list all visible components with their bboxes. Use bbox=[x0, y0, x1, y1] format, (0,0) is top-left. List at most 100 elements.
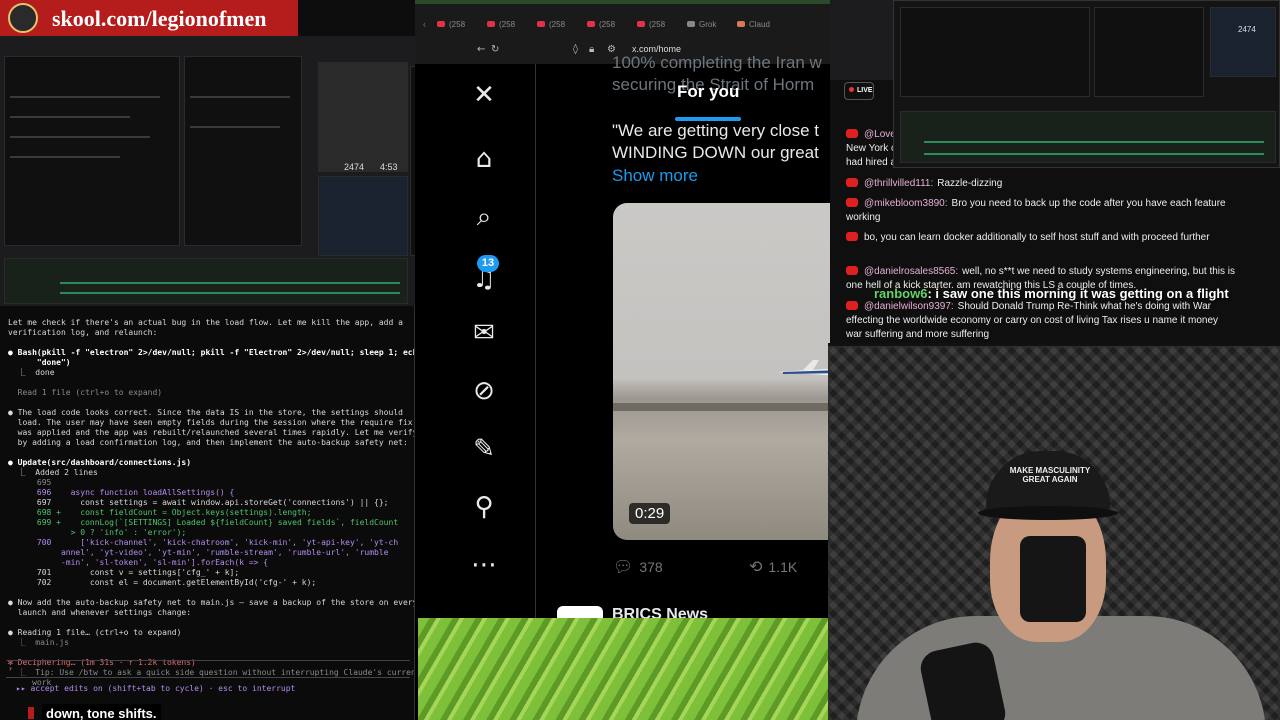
back-icon[interactable]: ← bbox=[477, 44, 485, 55]
terminal-line: verification log, and relaunch: bbox=[8, 328, 158, 337]
video-duration: 0:29 bbox=[629, 503, 671, 524]
nested-text-line bbox=[10, 136, 150, 138]
browser-tab[interactable]: (258 bbox=[637, 20, 665, 34]
terminal-line: 702 const el = document.getElementById('… bbox=[8, 578, 317, 587]
nested-app-panel bbox=[4, 56, 180, 246]
compose-icon[interactable]: ✎ bbox=[467, 432, 501, 466]
nested-timeline-track bbox=[60, 292, 400, 294]
browser-tab[interactable]: (258 bbox=[587, 20, 615, 34]
nested-text-line bbox=[190, 126, 280, 128]
repost-button[interactable]: ⟲ 1.1K bbox=[749, 557, 797, 576]
terminal-line: ● Bash(pkill -f "electron" 2>/dev/null; … bbox=[8, 348, 416, 357]
terminal-line: ⎿ main.js bbox=[8, 638, 69, 647]
browser-window: ‹ (258 (258 (258 (258 (258 Grok Claud ← … bbox=[415, 0, 830, 720]
caption-marker bbox=[28, 707, 34, 719]
youtube-icon bbox=[846, 232, 858, 241]
reload-icon[interactable]: ↻ bbox=[491, 44, 499, 55]
nested-editor-panel bbox=[184, 56, 302, 246]
chat-username[interactable]: @danielrosales8565: bbox=[864, 266, 958, 277]
profile-icon[interactable]: ⚲ bbox=[467, 490, 501, 524]
mini-timeline-track bbox=[924, 153, 1264, 155]
terminal-line: was applied and the app was rebuilt/rela… bbox=[8, 428, 416, 437]
shield-icon[interactable]: ◊ bbox=[573, 44, 578, 55]
chat-text: New York c bbox=[846, 143, 897, 154]
messages-icon[interactable]: ✉ bbox=[467, 316, 501, 350]
youtube-icon bbox=[537, 21, 545, 27]
terminal-pane[interactable]: Let me check if there's an actual bug in… bbox=[0, 306, 416, 720]
mini-stats-panel bbox=[1210, 7, 1276, 77]
terminal-line: Let me check if there's an actual bug in… bbox=[8, 318, 403, 327]
chat-username[interactable]: @thrillvilled111: bbox=[864, 178, 933, 189]
live-caption: down, tone shifts. bbox=[28, 704, 161, 720]
youtube-icon bbox=[846, 198, 858, 207]
moss-background-image bbox=[418, 618, 830, 720]
grok-icon[interactable]: ⊘ bbox=[467, 374, 501, 408]
channel-banner: skool.com/legionofmen bbox=[0, 0, 298, 36]
terminal-line: 697 const settings = await window.api.st… bbox=[8, 498, 389, 507]
terminal-input[interactable]: › bbox=[6, 660, 410, 678]
reply-icon: 💬︎ bbox=[613, 557, 634, 576]
cap-brim bbox=[978, 506, 1118, 520]
nested-timeline-track bbox=[60, 282, 400, 284]
terminal-output: Let me check if there's an actual bug in… bbox=[8, 318, 416, 688]
chat-username[interactable]: @mikebloom3890: bbox=[864, 198, 948, 209]
chat-message: bo, you can learn docker additionally to… bbox=[846, 231, 1236, 245]
terminal-line: Read 1 file (ctrl+o to expand) bbox=[8, 388, 163, 397]
youtube-icon bbox=[846, 178, 858, 187]
youtube-icon bbox=[846, 301, 858, 310]
tab-back-icon[interactable]: ‹ bbox=[423, 20, 426, 34]
chat-highlight-overlay: ranbow6: i saw one this morning it was g… bbox=[874, 286, 1229, 301]
runway bbox=[613, 403, 830, 411]
terminal-line: ● The load code looks correct. Since the… bbox=[8, 408, 403, 417]
show-more-link[interactable]: Show more bbox=[612, 166, 698, 186]
search-icon[interactable]: ⌕ bbox=[467, 200, 501, 234]
cap-text: MAKE MASCULINITY GREAT AGAIN bbox=[1009, 466, 1091, 484]
grok-icon bbox=[687, 21, 695, 27]
home-icon[interactable]: ⌂ bbox=[467, 142, 501, 176]
browser-tab[interactable]: (258 bbox=[537, 20, 565, 34]
chat-message: @thrillvilled111: Razzle-dizzing bbox=[846, 177, 1236, 191]
mini-timeline bbox=[900, 111, 1276, 163]
chat-username[interactable]: @danielwilson9397: bbox=[864, 301, 954, 312]
repost-icon: ⟲ bbox=[749, 557, 763, 576]
tweet-video[interactable]: 0:29 bbox=[613, 203, 830, 540]
x-logo-icon[interactable]: ✕ bbox=[467, 78, 501, 112]
claude-icon bbox=[737, 21, 745, 27]
overlay-text: i saw one this morning it was getting on… bbox=[935, 286, 1229, 301]
more-icon[interactable]: ⋯ bbox=[467, 548, 501, 582]
banner-text: skool.com/legionofmen bbox=[52, 6, 267, 31]
channel-logo-icon bbox=[8, 3, 38, 33]
browser-tab[interactable]: Grok bbox=[687, 20, 716, 34]
tweet-text: "We are getting very close t WINDING DOW… bbox=[612, 121, 819, 162]
nested-browser-panel bbox=[318, 62, 408, 172]
nested-stat-a: 2474 bbox=[344, 162, 365, 172]
browser-tab[interactable]: (258 bbox=[437, 20, 465, 34]
terminal-line: by adding a load confirmation log, and t… bbox=[8, 438, 408, 447]
terminal-line: 699 + connLog(`[SETTINGS] Loaded ${field… bbox=[8, 518, 399, 527]
youtube-icon bbox=[846, 266, 858, 275]
reply-button[interactable]: 💬︎ 378 bbox=[613, 557, 663, 576]
chat-username[interactable]: @Love bbox=[864, 129, 896, 140]
browser-tab[interactable]: Claud bbox=[737, 20, 770, 34]
terminal-line: 701 const v = settings['cfg_' + k]; bbox=[8, 568, 240, 577]
chat-text: Razzle-dizzing bbox=[937, 178, 1003, 189]
lock-icon: 🔒︎ bbox=[589, 44, 595, 55]
terminal-line: ● Reading 1 file… (ctrl+o to expand) bbox=[8, 628, 182, 637]
mini-editor-panel bbox=[1094, 7, 1204, 97]
overlay-user: ranbow6 bbox=[874, 286, 928, 301]
browser-tab[interactable]: (258 bbox=[487, 20, 515, 34]
nested-stats-panel bbox=[318, 176, 408, 256]
chat-message: @danielwilson9397: Should Donald Trump Re… bbox=[846, 300, 1236, 342]
terminal-line: launch and whenever settings change: bbox=[8, 608, 192, 617]
terminal-line: 698 + const fieldCount = Object.keys(set… bbox=[8, 508, 312, 517]
webcam-feed: MAKE MASCULINITY GREAT AGAIN bbox=[828, 343, 1280, 720]
terminal-line: load. The user may have seen empty field… bbox=[8, 418, 413, 427]
tab-for-you[interactable]: For you bbox=[677, 82, 739, 102]
nested-text-line bbox=[190, 96, 290, 98]
chat-message: @mikebloom3890: Bro you need to back up t… bbox=[846, 197, 1236, 225]
